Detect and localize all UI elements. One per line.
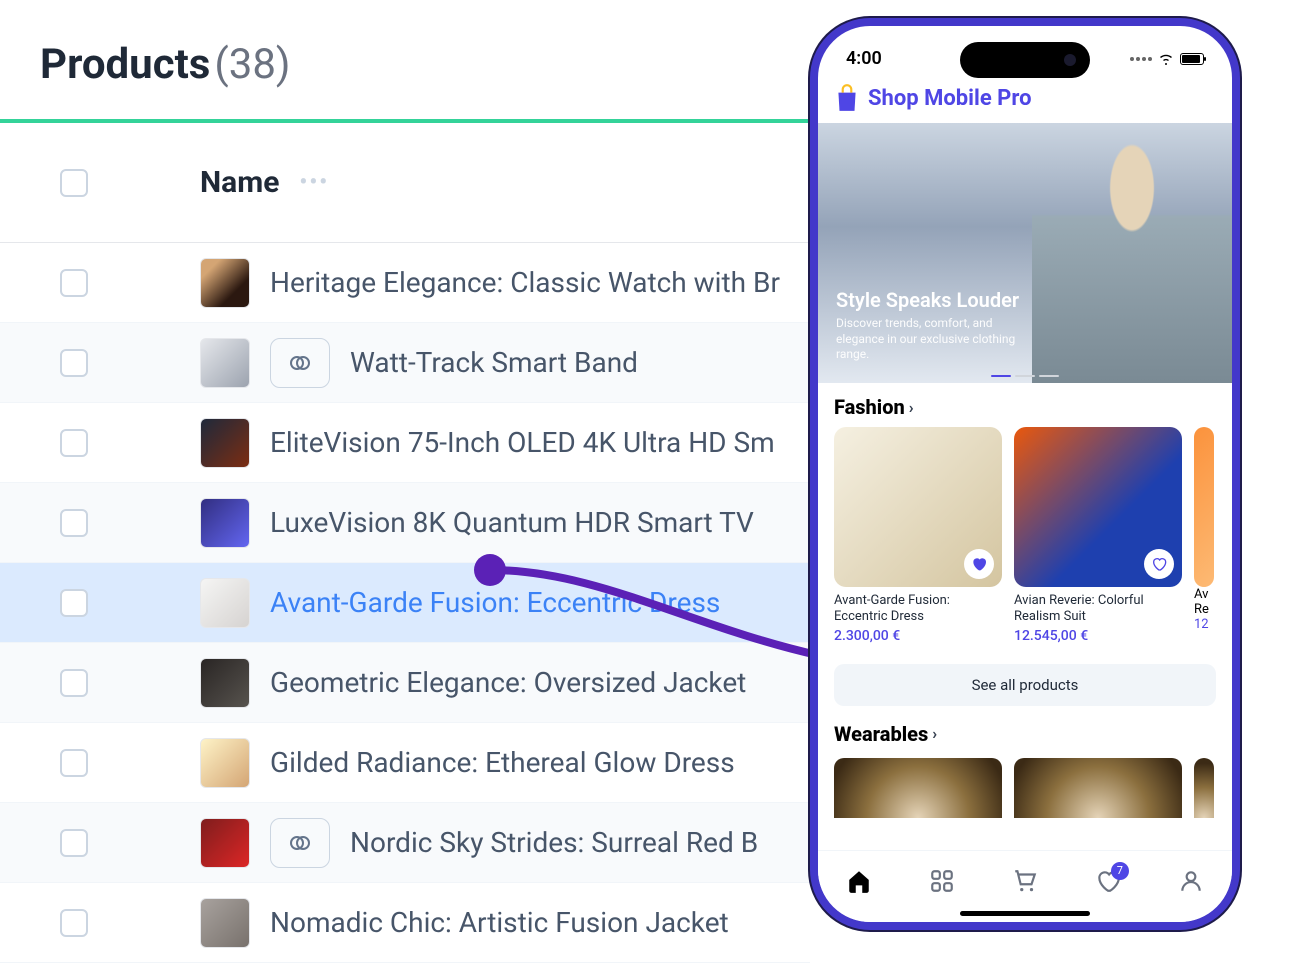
tab-cart[interactable]	[1012, 868, 1038, 894]
product-image	[1194, 427, 1214, 587]
row-checkbox[interactable]	[60, 349, 88, 377]
chevron-right-icon: ›	[932, 724, 937, 743]
app-logo-icon	[834, 83, 860, 113]
table-row[interactable]: Avant-Garde Fusion: Eccentric Dress	[0, 563, 810, 643]
product-image[interactable]	[834, 758, 1002, 818]
status-time: 4:00	[846, 48, 882, 69]
row-checkbox[interactable]	[60, 829, 88, 857]
variants-icon[interactable]	[270, 818, 330, 868]
battery-icon	[1180, 53, 1204, 65]
table-row[interactable]: LuxeVision 8K Quantum HDR Smart TV	[0, 483, 810, 563]
tab-categories[interactable]	[929, 868, 955, 894]
product-thumbnail	[200, 418, 250, 468]
phone-preview: 4:00 Shop Mobile Pro Style Speaks Louder…	[810, 18, 1240, 930]
tab-profile[interactable]	[1178, 868, 1204, 894]
product-thumbnail	[200, 898, 250, 948]
product-count: (38)	[214, 40, 290, 89]
table-row[interactable]: Geometric Elegance: Oversized Jacket	[0, 643, 810, 723]
variants-icon[interactable]	[270, 338, 330, 388]
app-name: Shop Mobile Pro	[868, 86, 1032, 111]
page-header: Products (38)	[0, 0, 810, 119]
favorite-button[interactable]	[1144, 549, 1174, 579]
select-all-checkbox[interactable]	[60, 169, 88, 197]
page-title: Products	[40, 40, 210, 89]
row-checkbox[interactable]	[60, 749, 88, 777]
product-thumbnail	[200, 818, 250, 868]
product-name: Heritage Elegance: Classic Watch with Br	[270, 266, 780, 299]
product-name: Avant-Garde Fusion: Eccentric Dress	[834, 593, 1002, 626]
hero-subtitle: Discover trends, comfort, and elegance i…	[836, 316, 1036, 363]
product-thumbnail	[200, 498, 250, 548]
product-image	[1014, 427, 1182, 587]
column-menu-icon[interactable]: •••	[299, 170, 329, 195]
table-row[interactable]: Heritage Elegance: Classic Watch with Br	[0, 243, 810, 323]
see-all-button[interactable]: See all products	[834, 664, 1216, 706]
product-name: Nomadic Chic: Artistic Fusion Jacket	[270, 906, 729, 939]
row-checkbox[interactable]	[60, 509, 88, 537]
product-thumbnail	[200, 258, 250, 308]
product-name: EliteVision 75-Inch OLED 4K Ultra HD Sm	[270, 426, 775, 459]
product-card-peek[interactable]: Av Re 12	[1194, 427, 1214, 644]
table-header: Name •••	[0, 123, 810, 243]
product-name: Geometric Elegance: Oversized Jacket	[270, 666, 746, 699]
hero-title: Style Speaks Louder	[836, 288, 1036, 312]
product-thumbnail	[200, 658, 250, 708]
tab-home[interactable]	[846, 868, 872, 894]
table-row[interactable]: Watt-Track Smart Band	[0, 323, 810, 403]
hero-pagination[interactable]	[991, 375, 1059, 377]
product-name: Gilded Radiance: Ethereal Glow Dress	[270, 746, 735, 779]
hero-banner[interactable]: Style Speaks Louder Discover trends, com…	[818, 123, 1232, 383]
row-checkbox[interactable]	[60, 589, 88, 617]
table-row[interactable]: EliteVision 75-Inch OLED 4K Ultra HD Sm	[0, 403, 810, 483]
product-name: Watt-Track Smart Band	[350, 346, 638, 379]
column-header-name[interactable]: Name	[200, 165, 279, 200]
section-fashion-header[interactable]: Fashion ›	[834, 395, 1216, 419]
table-row[interactable]: Gilded Radiance: Ethereal Glow Dress	[0, 723, 810, 803]
table-row[interactable]: Nordic Sky Strides: Surreal Red B	[0, 803, 810, 883]
product-name: Nordic Sky Strides: Surreal Red B	[350, 826, 758, 859]
product-card[interactable]: Avian Reverie: Colorful Realism Suit 12.…	[1014, 427, 1182, 644]
phone-notch	[960, 42, 1090, 78]
row-checkbox[interactable]	[60, 669, 88, 697]
product-name: Avant-Garde Fusion: Eccentric Dress	[270, 586, 720, 619]
row-checkbox[interactable]	[60, 269, 88, 297]
row-checkbox[interactable]	[60, 909, 88, 937]
product-thumbnail	[200, 578, 250, 628]
favorite-button[interactable]	[964, 549, 994, 579]
tab-favorites[interactable]: 7	[1095, 868, 1121, 894]
table-row[interactable]: Nomadic Chic: Artistic Fusion Jacket	[0, 883, 810, 963]
signal-icon	[1130, 57, 1152, 61]
section-wearables-header[interactable]: Wearables ›	[834, 722, 1216, 746]
home-indicator	[960, 911, 1090, 916]
favorites-badge: 7	[1111, 862, 1129, 880]
product-thumbnail	[200, 338, 250, 388]
product-thumbnail	[200, 738, 250, 788]
app-header: Shop Mobile Pro	[818, 77, 1232, 123]
chevron-right-icon: ›	[909, 398, 914, 417]
row-checkbox[interactable]	[60, 429, 88, 457]
product-name: LuxeVision 8K Quantum HDR Smart TV	[270, 506, 754, 539]
product-price: 12.545,00 €	[1014, 628, 1182, 644]
product-price: 2.300,00 €	[834, 628, 1002, 644]
product-name: Avian Reverie: Colorful Realism Suit	[1014, 593, 1182, 626]
product-image[interactable]	[1014, 758, 1182, 818]
product-image	[834, 427, 1002, 587]
wifi-icon	[1158, 53, 1174, 65]
product-image[interactable]	[1194, 758, 1214, 818]
product-card[interactable]: Avant-Garde Fusion: Eccentric Dress 2.30…	[834, 427, 1002, 644]
